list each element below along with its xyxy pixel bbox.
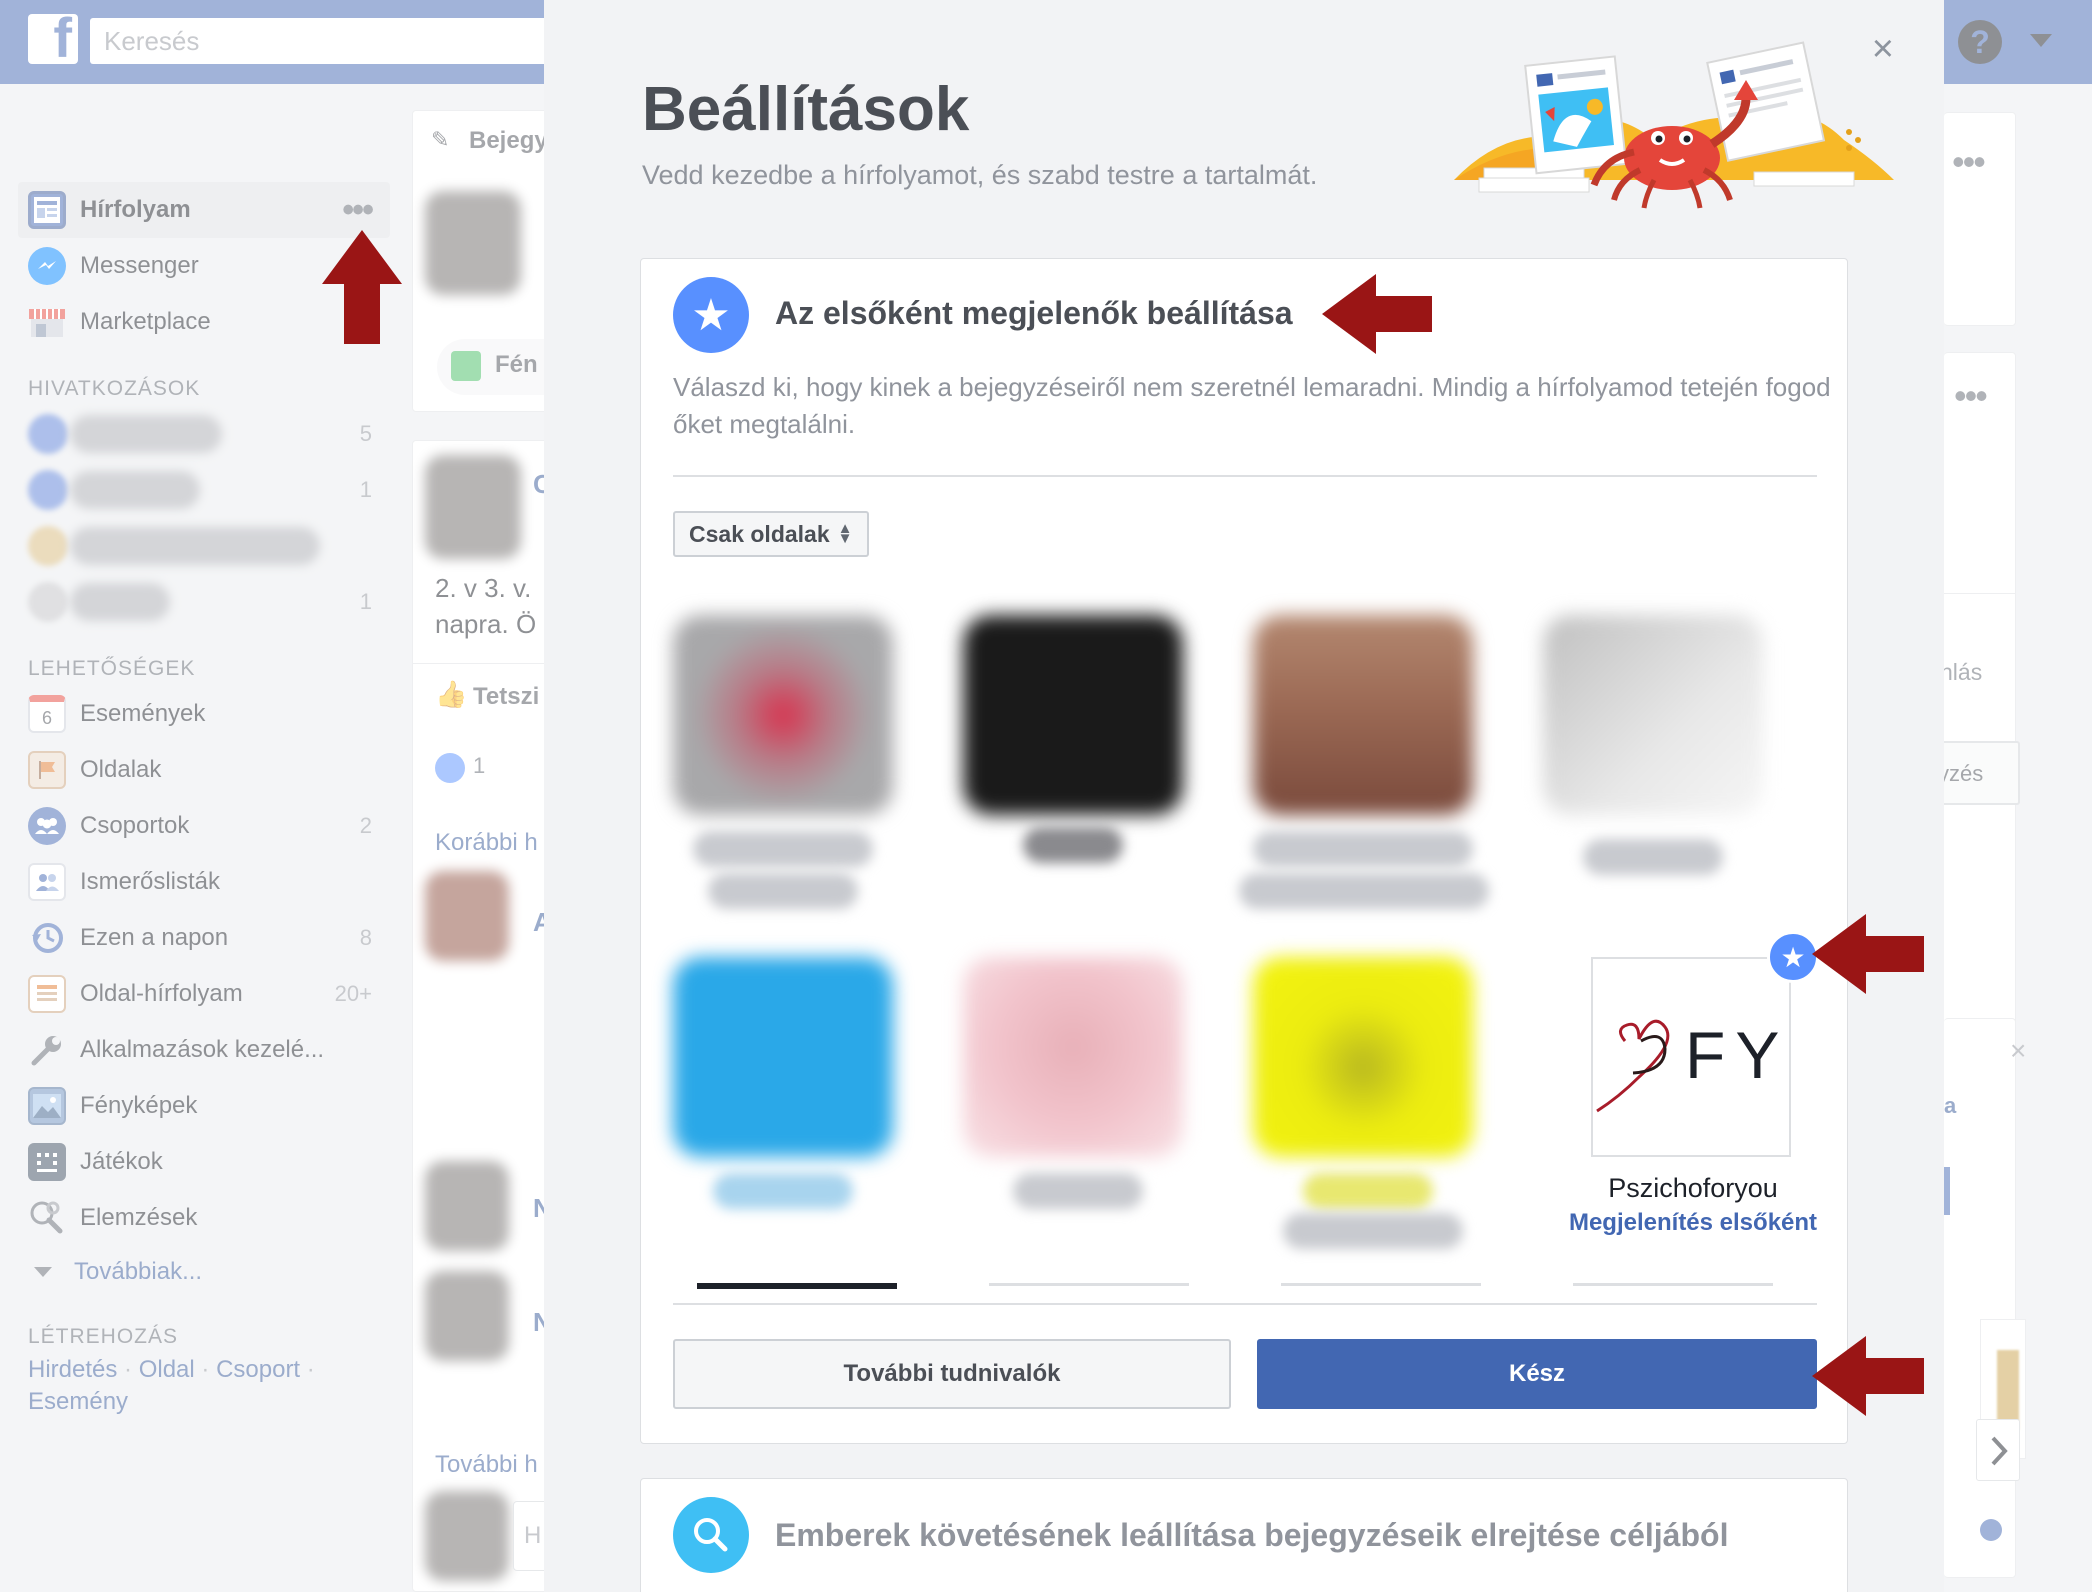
see-first-title: Az elsőként megjelenők beállítása <box>775 295 1293 331</box>
done-button[interactable]: Kész <box>1257 1339 1817 1409</box>
blurred-page-name <box>708 873 858 909</box>
blurred-page-name <box>1239 873 1489 909</box>
news-feed-preferences-dialog: × Beállítások Vedd kezedbe a hírfolyamot… <box>544 0 1944 1592</box>
unfollow-title: Emberek követésének leállítása bejegyzés… <box>775 1517 1729 1553</box>
page-thumbnail <box>673 615 893 815</box>
sort-arrows-icon: ▲ ▼ <box>837 520 853 547</box>
filter-dropdown-value: Csak oldalak <box>689 520 830 547</box>
blurred-page-name <box>1253 831 1473 867</box>
page-tile-pszichoforyou[interactable]: FY ★ Pszichoforyou Megjelenítés elsőként <box>1543 931 1843 1247</box>
pszichoforyou-logo: FY <box>1591 957 1791 1157</box>
page-tile[interactable] <box>1233 605 1493 945</box>
blurred-page-name <box>1303 1173 1433 1209</box>
page-tile[interactable] <box>653 605 913 945</box>
blurred-page-name <box>1013 1173 1143 1209</box>
divider <box>673 475 1817 477</box>
page-tile[interactable] <box>943 605 1203 945</box>
star-icon: ★ <box>673 277 749 353</box>
page-thumbnail <box>1543 615 1763 815</box>
pszichoforyou-logo-text: FY <box>1685 1018 1790 1092</box>
dialog-subtitle: Vedd kezedbe a hírfolyamot, és szabd tes… <box>642 160 1318 190</box>
blurred-page-name <box>1583 839 1723 875</box>
tile-edge <box>697 1283 897 1289</box>
annotation-arrow-left <box>1812 914 1924 994</box>
annotation-arrow-left <box>1322 274 1432 354</box>
dialog-title: Beállítások <box>642 75 970 144</box>
annotation-arrow-up <box>322 230 402 344</box>
page-thumbnail <box>963 615 1183 815</box>
see-first-panel: ★ Az elsőként megjelenők beállítása Vála… <box>640 258 1848 1444</box>
tile-edge <box>1281 1283 1481 1286</box>
filter-dropdown[interactable]: Csak oldalak ▲ ▼ <box>673 511 869 557</box>
page-tile[interactable] <box>1523 605 1783 945</box>
see-first-description: Válaszd ki, hogy kinek a bejegyzéseiről … <box>673 372 1831 439</box>
page-tile[interactable] <box>653 947 913 1287</box>
unfollow-panel[interactable]: Emberek követésének leállítása bejegyzés… <box>640 1478 1848 1592</box>
page-thumbnail <box>963 957 1183 1157</box>
page-tile[interactable] <box>1233 947 1493 1287</box>
blurred-page-name <box>693 831 873 867</box>
page-name: Pszichoforyou <box>1608 1173 1778 1203</box>
tile-edge <box>1573 1283 1773 1286</box>
learn-more-button[interactable]: További tudnivalók <box>673 1339 1231 1409</box>
blurred-page-name <box>1283 1213 1463 1249</box>
page-thumbnail <box>1253 615 1473 815</box>
blurred-page-name <box>1023 827 1123 863</box>
tile-edge <box>989 1283 1189 1286</box>
annotation-arrow-left <box>1812 1336 1924 1416</box>
blurred-page-name <box>713 1173 853 1209</box>
search-icon <box>673 1497 749 1573</box>
see-first-link[interactable]: Megjelenítés elsőként <box>1543 1209 1843 1237</box>
page-tile[interactable] <box>943 947 1203 1287</box>
divider <box>673 1303 1817 1305</box>
page-thumbnail <box>673 957 893 1157</box>
crab-newspaper-illustration <box>1454 41 1894 209</box>
next-row-edge <box>673 1283 1817 1289</box>
page-thumbnail <box>1253 957 1473 1157</box>
